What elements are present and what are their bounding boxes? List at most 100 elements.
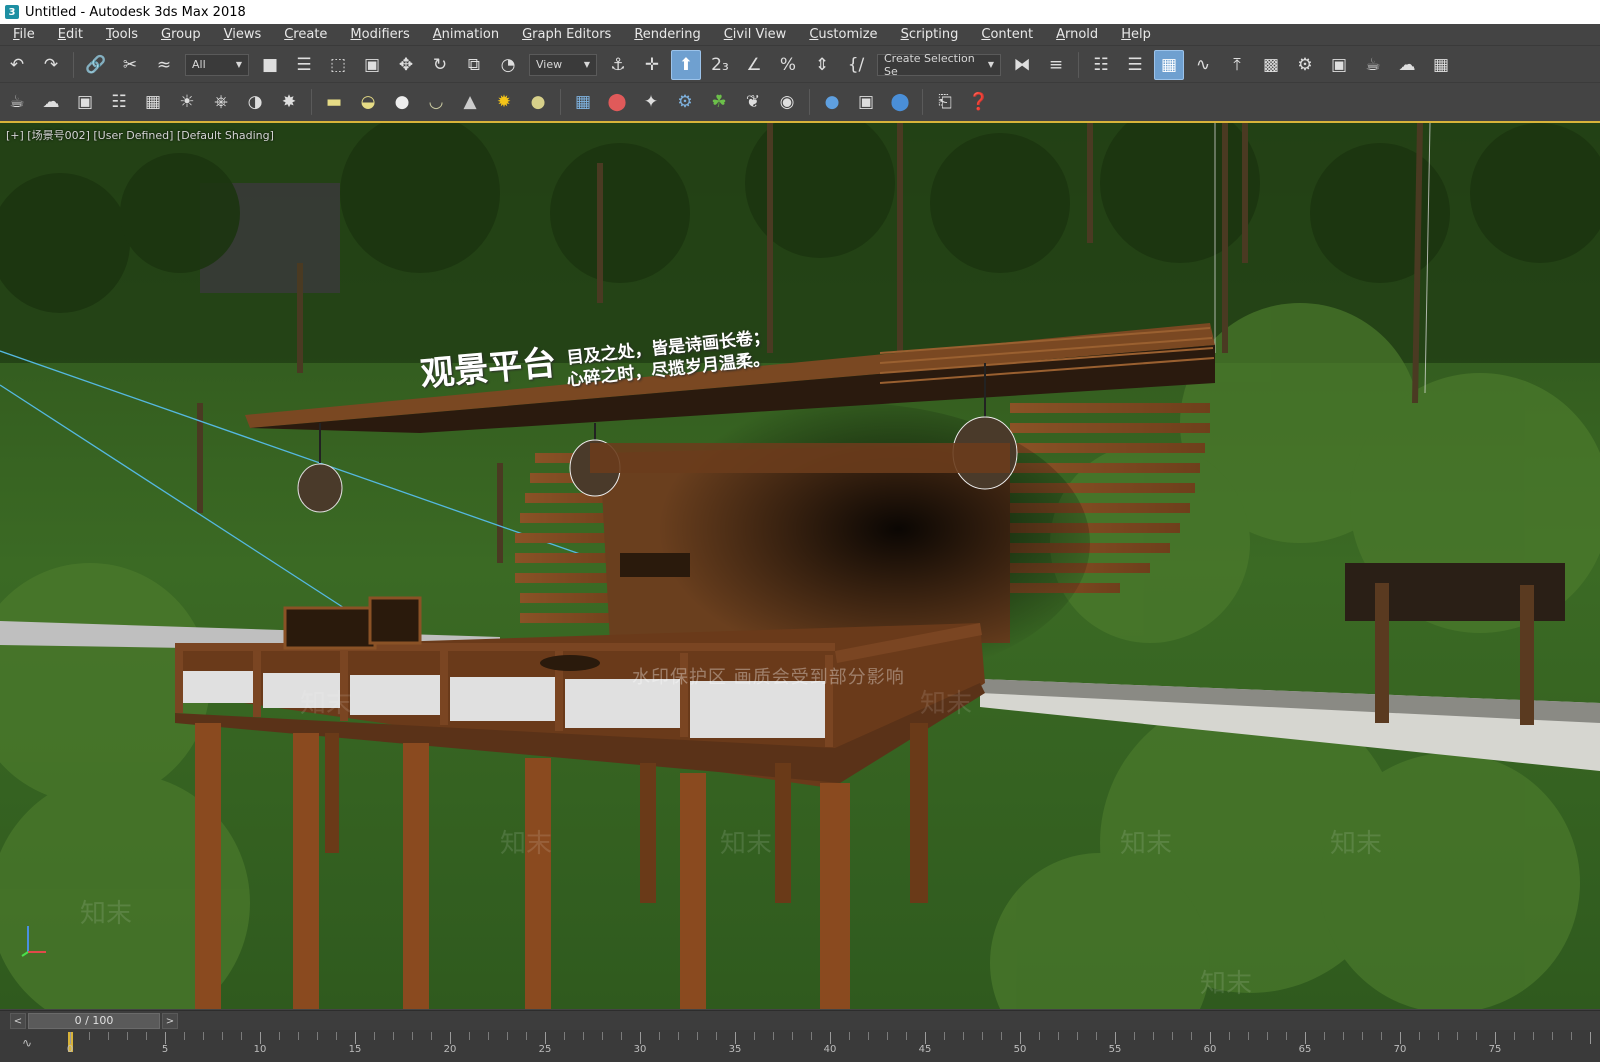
ruler-tick	[1476, 1032, 1477, 1040]
place-icon[interactable]: ◔	[493, 50, 523, 80]
rotate-icon[interactable]: ↻	[425, 50, 455, 80]
menu-graph-editors[interactable]: Graph Editors	[509, 24, 621, 46]
material-editor-icon[interactable]: ▩	[1256, 50, 1286, 80]
menu-file[interactable]: File	[0, 24, 45, 46]
render-frame-icon[interactable]: ▣	[70, 87, 100, 117]
time-slider[interactable]: 0 / 100	[28, 1013, 160, 1029]
render-setup-icon[interactable]: ⚙	[1290, 50, 1320, 80]
render-table-icon[interactable]: ▦	[138, 87, 168, 117]
scene-explorer-icon[interactable]: ▦	[1154, 49, 1184, 80]
edit-named-sets-icon[interactable]: {∕	[841, 50, 871, 80]
redo-icon[interactable]: ↷	[36, 50, 66, 80]
spinner-snap-icon[interactable]: ⇕	[807, 50, 837, 80]
menu-arnold[interactable]: Arnold	[1043, 24, 1108, 46]
watermark: 知末	[1200, 969, 1253, 999]
selection-filter-dropdown[interactable]: All ▼	[185, 53, 249, 76]
scene-converter-icon[interactable]: ▣	[851, 87, 881, 117]
frame-ruler[interactable]: 0 5 10 15 20 25 30 35 40 45 50 55 60 65 70 75	[67, 1030, 1600, 1062]
cone-icon[interactable]: ▲	[455, 87, 485, 117]
mirror-icon[interactable]: ⧓	[1007, 50, 1037, 80]
mesh-icon[interactable]: ▦	[568, 87, 598, 117]
window-crossing-icon[interactable]: ▣	[357, 50, 387, 80]
toolbar-separator	[809, 89, 810, 115]
plane-icon[interactable]: ▬	[319, 87, 349, 117]
select-by-name-icon[interactable]: ☰	[289, 50, 319, 80]
layer-explorer-icon[interactable]: ☷	[1086, 50, 1116, 80]
ruler-label: 55	[1108, 1044, 1122, 1055]
menu-views[interactable]: Views	[211, 24, 272, 46]
menu-modifiers[interactable]: Modifiers	[337, 24, 419, 46]
bind-spacewarp-icon[interactable]: ≈	[149, 50, 179, 80]
material-ball-icon[interactable]: ◑	[240, 87, 270, 117]
track-bar[interactable]: ∿ 0 5 10 15 20 25 30 35 40 45 50 55 60 65 70 75	[0, 1030, 1600, 1062]
scale-icon[interactable]: ⧉	[459, 50, 489, 80]
link-icon[interactable]: 🔗	[81, 50, 111, 80]
undo-icon[interactable]: ↶	[2, 50, 32, 80]
menu-scripting[interactable]: Scripting	[888, 24, 969, 46]
particle-icon[interactable]: ✦	[636, 87, 666, 117]
menu-customize[interactable]: Customize	[796, 24, 887, 46]
menu-content[interactable]: Content	[968, 24, 1043, 46]
percent-snap-icon[interactable]: %	[773, 50, 803, 80]
time-prev-button[interactable]: <	[10, 1013, 26, 1029]
film-icon[interactable]: ✸	[274, 87, 304, 117]
move-icon[interactable]: ✥	[391, 50, 421, 80]
plant-icon[interactable]: ☘	[704, 87, 734, 117]
menu-rendering[interactable]: Rendering	[621, 24, 710, 46]
hair-fur-icon[interactable]: ❦	[738, 87, 768, 117]
menu-civil-view[interactable]: Civil View	[711, 24, 797, 46]
menu-animation[interactable]: Animation	[420, 24, 509, 46]
help-icon[interactable]: ❓	[964, 87, 994, 117]
menu-group[interactable]: Group	[148, 24, 211, 46]
cloud-icon[interactable]: ☁	[36, 87, 66, 117]
rendered-frame-icon[interactable]: ▣	[1324, 50, 1354, 80]
multi-sphere-icon[interactable]: ⬤	[885, 87, 915, 117]
3dsmax-app-icon[interactable]: 3	[5, 5, 19, 19]
teapot-icon[interactable]: ☕	[2, 87, 32, 117]
menu-tools[interactable]: Tools	[93, 24, 148, 46]
named-selection-dropdown[interactable]: Create Selection Se ▼	[877, 52, 1001, 78]
toggle-ribbon-icon[interactable]: ☰	[1120, 50, 1150, 80]
sphere-icon[interactable]: ●	[387, 87, 417, 117]
ruler-tick	[298, 1032, 299, 1040]
menu-edit[interactable]: Edit	[45, 24, 93, 46]
blue-sphere-icon[interactable]: ●	[817, 87, 847, 117]
unlink-icon[interactable]: ✂	[115, 50, 145, 80]
hemisphere-icon[interactable]: ◒	[353, 87, 383, 117]
select-manipulate-icon[interactable]: ✛	[637, 50, 667, 80]
render-online-icon[interactable]: ☁	[1392, 50, 1422, 80]
ruler-tick	[678, 1032, 679, 1040]
gear-icon[interactable]: ⚙	[670, 87, 700, 117]
viewport-label[interactable]: [+] [场景号002] [User Defined] [Default Sha…	[6, 127, 274, 143]
keyboard-shortcut-icon[interactable]: ⬆	[671, 49, 701, 80]
perspective-viewport[interactable]: [+] [场景号002] [User Defined] [Default Sha…	[0, 121, 1600, 1009]
camera-icon[interactable]: ⎈	[206, 87, 236, 117]
time-next-button[interactable]: >	[162, 1013, 178, 1029]
render-settings-icon[interactable]: ☷	[104, 87, 134, 117]
export-icon[interactable]: ⎗	[930, 87, 960, 117]
reference-coord-dropdown[interactable]: View ▼	[529, 53, 597, 76]
ruler-tick	[640, 1032, 641, 1044]
sphere-texture-icon[interactable]: ◉	[772, 87, 802, 117]
sun-icon[interactable]: ✹	[489, 87, 519, 117]
light-lister-icon[interactable]: ☀	[172, 87, 202, 117]
render-icon[interactable]: ☕	[1358, 50, 1388, 80]
pivot-icon[interactable]: ⚓	[603, 50, 633, 80]
align-icon[interactable]: ≡	[1041, 50, 1071, 80]
rect-selection-icon[interactable]: ⬚	[323, 50, 353, 80]
menu-help[interactable]: Help	[1108, 24, 1161, 46]
sky-icon[interactable]: ●	[523, 87, 553, 117]
angle-snap-icon[interactable]: ∠	[739, 50, 769, 80]
curve-editor-icon[interactable]: ∿	[1188, 50, 1218, 80]
more-icon[interactable]: ▦	[1426, 50, 1456, 80]
ruler-tick	[963, 1032, 964, 1040]
snap-icon[interactable]: 2₃	[705, 50, 735, 80]
molecule-icon[interactable]: ⬤	[602, 87, 632, 117]
curve-editor-mini-icon[interactable]: ∿	[22, 1036, 32, 1050]
deck-hatch	[540, 655, 600, 671]
select-object-icon[interactable]: ■	[255, 50, 285, 80]
schematic-view-icon[interactable]: ⤒	[1222, 50, 1252, 80]
menu-create[interactable]: Create	[271, 24, 337, 46]
selection-filter-value: All	[192, 58, 206, 71]
bowl-icon[interactable]: ◡	[421, 87, 451, 117]
